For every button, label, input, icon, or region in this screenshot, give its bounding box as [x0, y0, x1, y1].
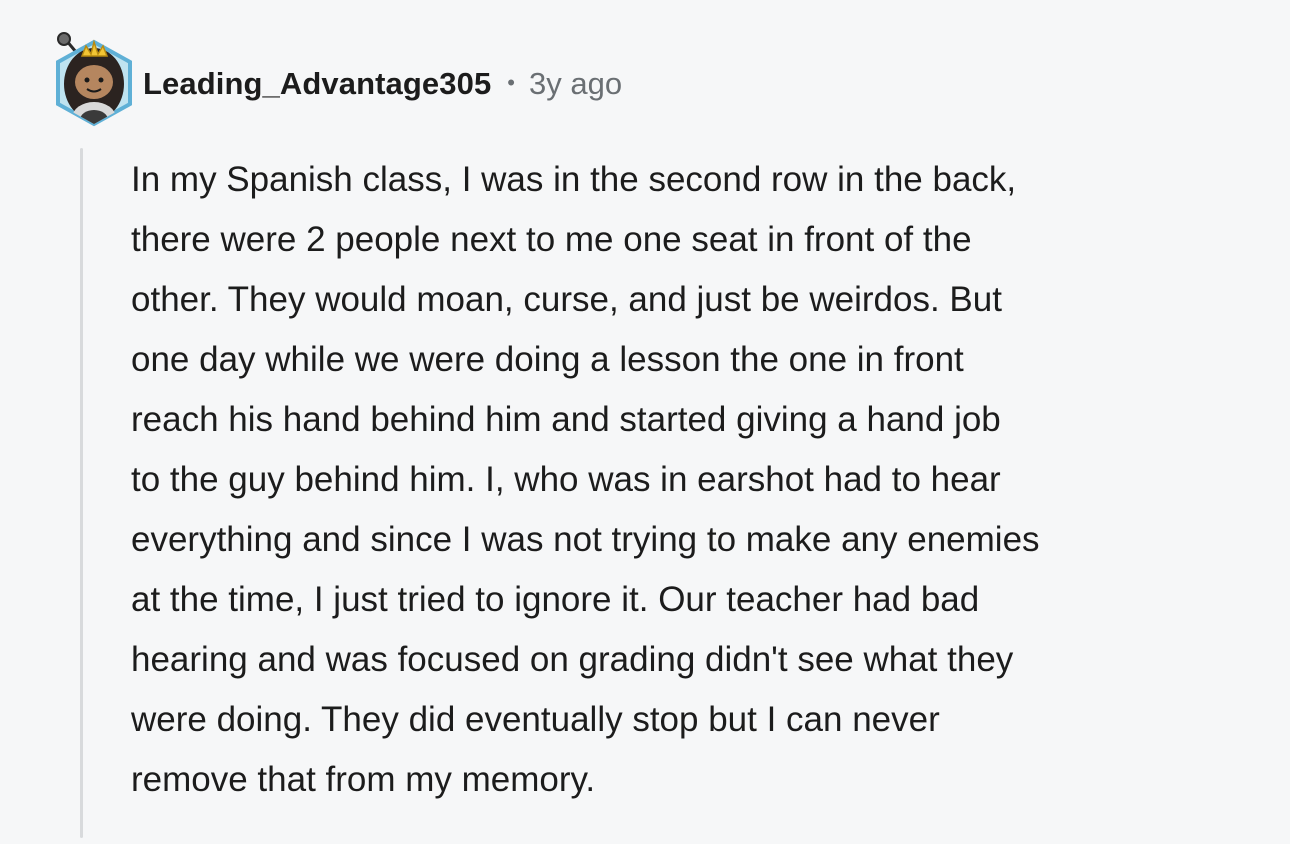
comment-body-line: In my Spanish class, I was in the second…	[131, 160, 1017, 199]
comment-body: In my Spanish class, I was in the second…	[131, 150, 1271, 810]
avatar[interactable]	[50, 32, 138, 132]
comment-body-line: at the time, I just tried to ignore it. …	[131, 580, 980, 619]
snoo-avatar-icon	[56, 32, 132, 127]
comment-timestamp[interactable]: 3y ago	[529, 66, 622, 102]
comment-body-line: to the guy behind him. I, who was in ear…	[131, 460, 1001, 499]
comment-body-line: everything and since I was not trying to…	[131, 520, 1040, 559]
comment-body-line: other. They would moan, curse, and just …	[131, 280, 1002, 319]
thread-line[interactable]	[80, 148, 83, 838]
comment: Leading_Advantage305 • 3y ago In my Span…	[0, 0, 1290, 844]
comment-body-line: there were 2 people next to me one seat …	[131, 220, 972, 259]
meta-separator: •	[507, 70, 515, 95]
comment-body-line: were doing. They did eventually stop but…	[131, 700, 940, 739]
comment-body-line: remove that from my memory.	[131, 760, 596, 799]
comment-header: Leading_Advantage305 • 3y ago	[143, 62, 622, 106]
username-link[interactable]: Leading_Advantage305	[143, 66, 491, 102]
comment-body-line: reach his hand behind him and started gi…	[131, 400, 1001, 439]
comment-body-line: hearing and was focused on grading didn'…	[131, 640, 1014, 679]
comment-body-line: one day while we were doing a lesson the…	[131, 340, 964, 379]
